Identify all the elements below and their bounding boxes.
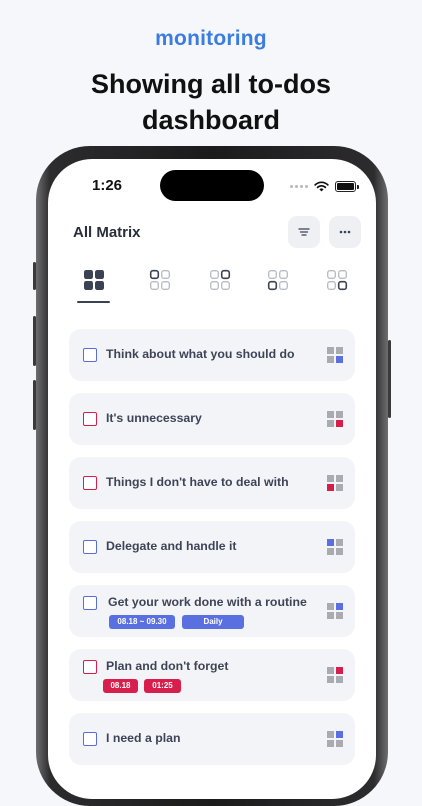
quadrant-icon (327, 475, 343, 491)
todo-item[interactable]: Things I don't have to deal with (69, 457, 355, 509)
todo-item[interactable]: Think about what you should do (69, 329, 355, 381)
tab-quadrant-3[interactable] (258, 269, 298, 309)
todo-item[interactable]: Plan and don't forget 08.18 01:25 (69, 649, 355, 701)
todo-text: Think about what you should do (106, 347, 295, 361)
quadrant-2-icon (210, 269, 231, 290)
hero-title: Showing all to-dos dashboard (0, 66, 422, 138)
todo-quadrant-indicator (327, 539, 343, 555)
todo-checkbox[interactable] (83, 660, 97, 674)
todo-checkbox[interactable] (83, 540, 97, 554)
more-button[interactable] (329, 216, 361, 248)
phone-screen: 1:26 All Matrix Think about what you sho… (48, 159, 376, 799)
todo-quadrant-indicator (327, 475, 343, 491)
todo-text: It's unnecessary (106, 411, 202, 425)
todo-text: I need a plan (106, 731, 181, 745)
todo-quadrant-indicator (327, 347, 343, 363)
todo-checkbox[interactable] (83, 412, 97, 426)
todo-quadrant-indicator (327, 411, 343, 427)
todo-checkbox[interactable] (83, 596, 97, 610)
quadrant-1-icon (149, 269, 170, 290)
filter-lines-icon (298, 228, 310, 236)
wifi-icon (314, 180, 329, 191)
todo-item[interactable]: It's unnecessary (69, 393, 355, 445)
dynamic-island (160, 170, 264, 201)
todo-quadrant-indicator (327, 603, 343, 619)
phone-side-button (33, 262, 36, 290)
todo-item[interactable]: Get your work done with a routine 08.18 ~… (69, 585, 355, 637)
tab-underline (77, 301, 110, 303)
quadrant-3-icon (267, 270, 288, 291)
quadrant-icon (327, 667, 343, 683)
hero-title-line-2: dashboard (141, 105, 281, 135)
all-quadrants-icon (84, 270, 104, 290)
tab-quadrant-4[interactable] (317, 269, 357, 309)
signal-dots-icon (290, 184, 308, 188)
tab-quadrant-2[interactable] (200, 269, 240, 309)
todo-text: Plan and don't forget (106, 659, 229, 673)
phone-side-button (388, 340, 391, 418)
quadrant-icon (327, 411, 343, 427)
todo-quadrant-indicator (327, 667, 343, 683)
todo-tag: 08.18 (103, 679, 138, 693)
todo-item[interactable]: I need a plan (69, 713, 355, 765)
todo-checkbox[interactable] (83, 476, 97, 490)
filter-button[interactable] (288, 216, 320, 248)
todo-tag: 01:25 (144, 679, 181, 693)
matrix-tabs (48, 269, 376, 309)
phone-side-button (33, 316, 36, 366)
todo-tag: Daily (182, 615, 244, 629)
tab-quadrant-1[interactable] (140, 269, 180, 309)
status-icons (290, 179, 359, 193)
phone-side-button (33, 380, 36, 430)
hero-title-line-1: Showing all to-dos (91, 69, 331, 99)
quadrant-icon (327, 347, 343, 363)
hero-kicker: monitoring (155, 27, 267, 50)
quadrant-icon (327, 539, 343, 555)
tab-all-quadrants[interactable] (74, 269, 114, 309)
more-dots-icon (339, 230, 351, 234)
todo-quadrant-indicator (327, 731, 343, 747)
todo-tag: 08.18 ~ 09.30 (109, 615, 175, 629)
quadrant-icon (327, 731, 343, 747)
status-time: 1:26 (92, 177, 123, 194)
todo-item[interactable]: Delegate and handle it (69, 521, 355, 573)
todo-text: Get your work done with a routine (108, 595, 307, 609)
todo-text: Things I don't have to deal with (106, 475, 289, 489)
page-title: All Matrix (73, 224, 141, 241)
todo-text: Delegate and handle it (106, 539, 237, 553)
quadrant-4-icon (327, 270, 348, 291)
todo-checkbox[interactable] (83, 348, 97, 362)
battery-icon (335, 180, 359, 192)
todo-checkbox[interactable] (83, 732, 97, 746)
quadrant-icon (327, 603, 343, 619)
